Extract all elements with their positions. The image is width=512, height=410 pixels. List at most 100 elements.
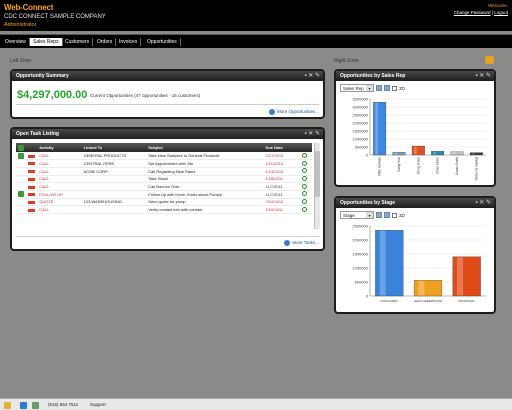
- panel-title: Open Task Listing: [12, 129, 323, 139]
- flag-header: [26, 143, 38, 152]
- subject-cell[interactable]: Call Bounce Over: [146, 182, 264, 191]
- linked-to-cell[interactable]: [81, 182, 147, 191]
- bar-highlight: [456, 257, 464, 296]
- 3d-label: 3D: [399, 212, 405, 218]
- magnifier-icon: [301, 152, 307, 158]
- view-cell[interactable]: [299, 167, 312, 176]
- more-opportunities-link[interactable]: More Opportunities...: [268, 109, 319, 115]
- priority-arrow-icon: [28, 200, 36, 204]
- col-activity[interactable]: Activity: [37, 143, 82, 152]
- col-linked-to[interactable]: Linked To: [81, 143, 147, 152]
- table-row[interactable]: QUOTE 123 WAREHOUSING Send quote for pump 7…: [16, 198, 312, 207]
- subject-cell[interactable]: Take Stock: [146, 175, 264, 184]
- bar-highlight: [375, 102, 379, 155]
- table-row[interactable]: CALL Call Bounce Over 11/7/2011: [16, 182, 312, 191]
- linked-to-cell[interactable]: [81, 190, 147, 199]
- phone-number: (615) 654 7511: [48, 402, 79, 407]
- divider: [16, 236, 319, 237]
- chart-bar: [375, 230, 404, 297]
- priority-arrow-icon: [28, 154, 36, 158]
- subject-cell[interactable]: Send quote for pump: [146, 198, 264, 207]
- print-icon[interactable]: [384, 212, 390, 218]
- priority-arrow-icon: [28, 193, 36, 197]
- x-tick-label: Doug Jones: [416, 157, 420, 174]
- opportunities-by-sales-rep-panel: Opportunities by Sales Rep ▪ ✕ ✎ Sales R…: [334, 69, 496, 187]
- logout-link[interactable]: Logout: [494, 10, 508, 15]
- skype-icon[interactable]: [20, 402, 27, 409]
- nav-overview[interactable]: Overview: [2, 38, 30, 46]
- view-cell[interactable]: [299, 205, 312, 214]
- y-tick-label: 1000000: [352, 266, 368, 271]
- print-icon[interactable]: [384, 85, 390, 91]
- y-tick-label: 3000000: [352, 105, 368, 110]
- chart-controls: Stage ▾ 3D: [340, 211, 405, 219]
- linked-to-cell[interactable]: [81, 205, 147, 214]
- magnifier-icon: [301, 160, 307, 166]
- group-by-select[interactable]: Sales Rep ▾: [340, 84, 374, 92]
- y-tick-label: 1000000: [352, 137, 368, 142]
- 3d-checkbox[interactable]: [392, 212, 397, 218]
- due-date-cell: 1/11/2013: [263, 159, 300, 168]
- row-flag-cell: [26, 152, 38, 161]
- subject-cell[interactable]: Take New Samples to General Products: [146, 152, 264, 161]
- table-row[interactable]: CALL Take Stock 1/28/2011: [16, 175, 312, 184]
- nav-customers[interactable]: Customers: [62, 38, 94, 46]
- add-widget-icon[interactable]: [485, 56, 494, 64]
- col-due-date[interactable]: Due Date: [263, 143, 300, 152]
- panel-tools-icon[interactable]: ▪ ✕ ✎: [475, 199, 491, 207]
- x-tick-label: Mike Hannah: [378, 157, 382, 176]
- 3d-checkbox[interactable]: [392, 85, 397, 91]
- sales-rep-chart: 3500000 3000000 2500000 2000000 1500000 10000…: [352, 97, 486, 180]
- due-date-cell: 1/13/2013: [263, 167, 300, 176]
- linked-to-cell[interactable]: [81, 175, 147, 184]
- table-row[interactable]: CALL GENERAL PRODUCTS Take New Samples to …: [16, 152, 312, 161]
- subject-cell[interactable]: Set Appointment with Jim: [146, 159, 264, 168]
- nav-invoices[interactable]: Invoices: [116, 38, 142, 46]
- chevron-down-icon: ▾: [366, 85, 373, 91]
- left-zone-label: Left Zone: [10, 58, 32, 64]
- x-tick-label: Chad Stone: [436, 157, 440, 174]
- tasks-scrollbar[interactable]: [314, 143, 320, 229]
- view-cell[interactable]: [299, 159, 312, 168]
- table-row[interactable]: CALL Verify contact info with contact 1/19…: [16, 205, 312, 214]
- opportunity-summary-panel: Opportunity Summary ▪ ✕ ✎ $4,297,000.00 …: [10, 69, 325, 119]
- change-password-link[interactable]: Change Password: [454, 10, 491, 15]
- nav-sales-reps[interactable]: Sales Reps: [30, 38, 63, 46]
- view-cell[interactable]: [299, 190, 312, 199]
- scroll-thumb[interactable]: [315, 151, 320, 197]
- more-opportunities-text: More Opportunities...: [276, 109, 319, 115]
- panel-tools-icon[interactable]: ▪ ✕ ✎: [304, 130, 320, 138]
- table-row[interactable]: CALL ACME CORP Call Regarding New Rates 1/1…: [16, 167, 312, 176]
- nav-orders[interactable]: Orders: [94, 38, 117, 46]
- y-tick-label: 2000000: [352, 121, 368, 126]
- linked-to-cell[interactable]: 123 WAREHOUSING: [81, 198, 147, 207]
- col-subject[interactable]: Subject: [146, 143, 264, 152]
- more-tasks-link[interactable]: More Tasks...: [284, 240, 319, 246]
- x-tick-label: Susan Smith: [455, 157, 459, 175]
- view-cell[interactable]: [299, 182, 312, 191]
- linked-to-cell[interactable]: CENTRAL PERK: [81, 159, 147, 168]
- linked-to-cell[interactable]: ACME CORP: [81, 167, 147, 176]
- group-by-select[interactable]: Stage ▾: [340, 211, 374, 219]
- x-tick-label: LEAD GENERATION: [414, 299, 442, 303]
- support-link[interactable]: Support: [90, 402, 106, 407]
- panel-tools-icon[interactable]: ▪ ✕ ✎: [304, 72, 320, 80]
- view-cell[interactable]: [299, 152, 312, 161]
- nav-opportunities[interactable]: Opportunities: [144, 38, 181, 46]
- view-cell[interactable]: [299, 198, 312, 207]
- panel-tools-icon[interactable]: ▪ ✕ ✎: [475, 72, 491, 80]
- chart-type-icon[interactable]: [376, 212, 382, 218]
- table-row[interactable]: FOLLOW UP Follow Up with Kevin Jones abou…: [16, 190, 312, 199]
- export-icon-header[interactable]: [16, 143, 27, 152]
- home-icon[interactable]: [4, 402, 11, 409]
- linked-to-cell[interactable]: GENERAL PRODUCTS: [81, 152, 147, 161]
- subject-cell[interactable]: Follow Up with Kevin Jones about Pumps: [146, 190, 264, 199]
- subject-cell[interactable]: Verify contact info with contact: [146, 205, 264, 214]
- chart-type-icon[interactable]: [376, 85, 382, 91]
- subject-cell[interactable]: Call Regarding New Rates: [146, 167, 264, 176]
- priority-arrow-icon: [28, 162, 36, 166]
- view-cell[interactable]: [299, 175, 312, 184]
- row-status-cell: [16, 198, 27, 207]
- table-row[interactable]: CALL CENTRAL PERK Set Appointment with Jim…: [16, 159, 312, 168]
- settings-icon[interactable]: [32, 402, 39, 409]
